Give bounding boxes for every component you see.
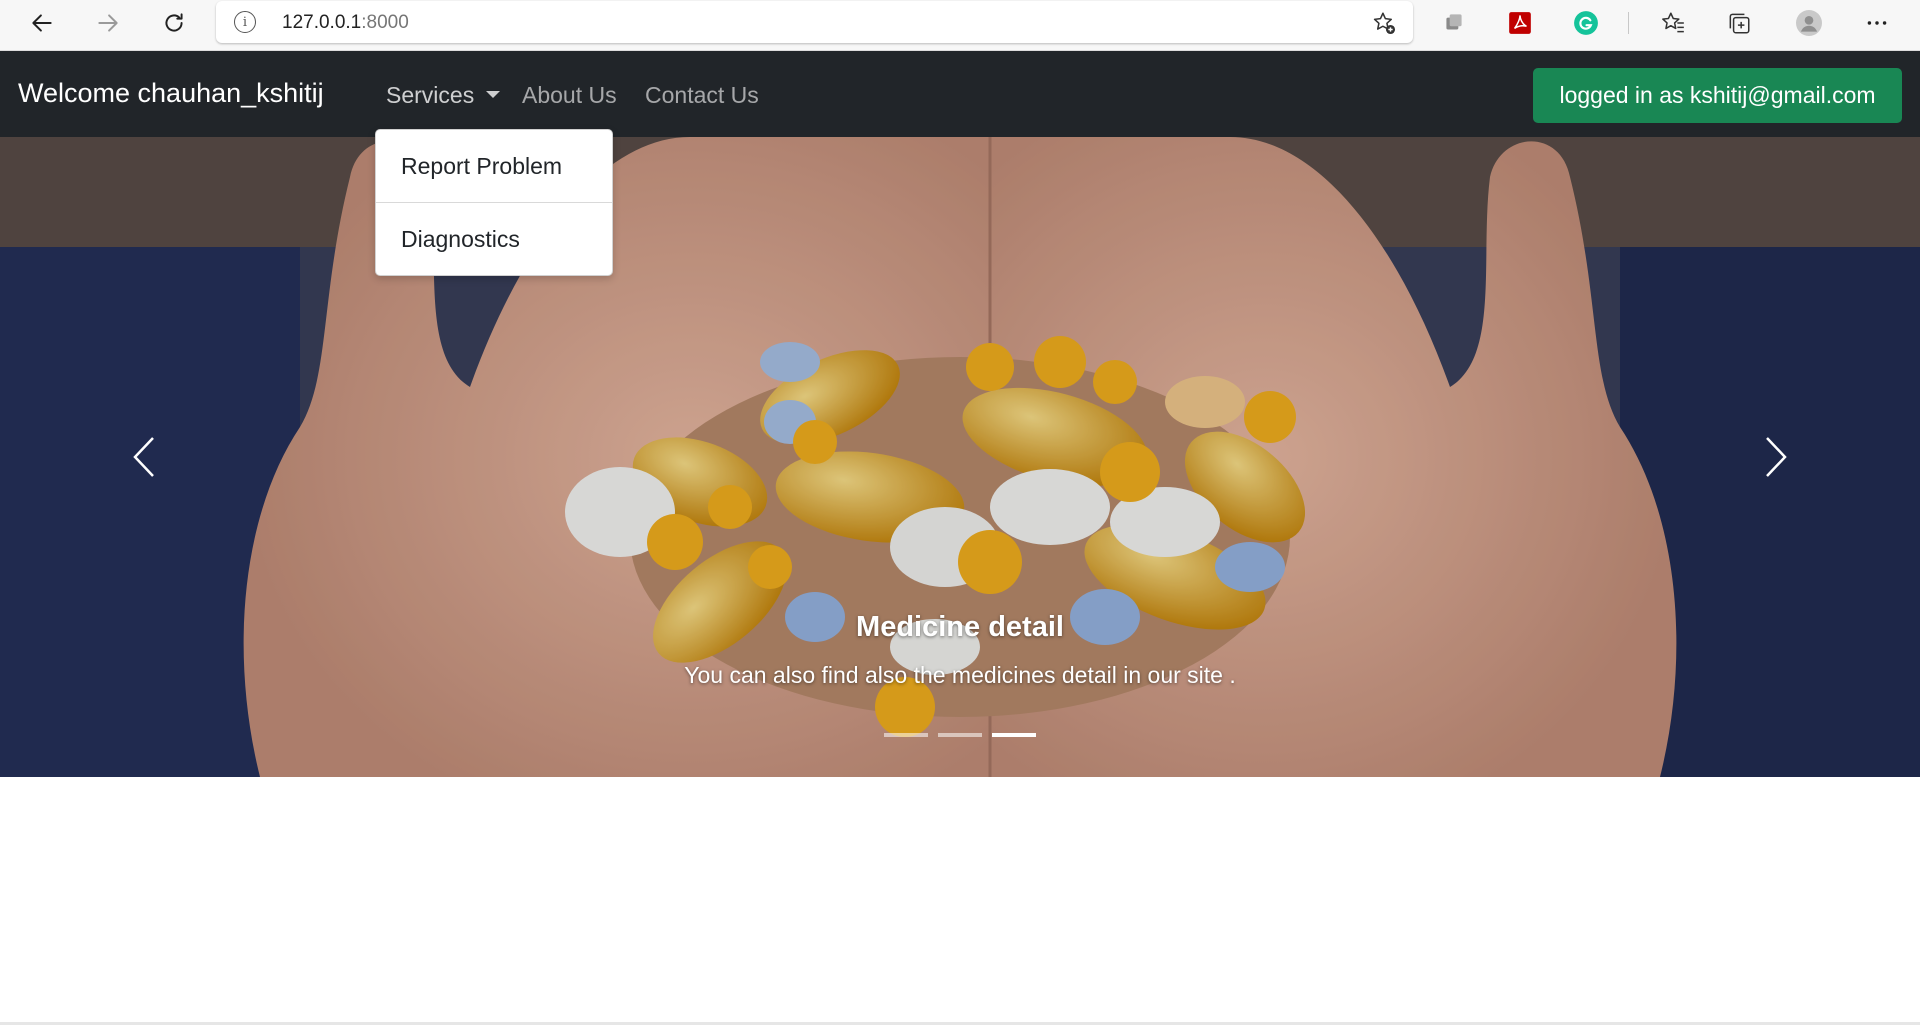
services-dropdown-menu: Report Problem Diagnostics	[375, 129, 613, 276]
toolbar-divider	[1628, 12, 1629, 34]
url-host: 127.0.0.1	[282, 12, 362, 33]
carousel-caption-text: You can also find also the medicines det…	[684, 662, 1236, 688]
url-port: :8000	[361, 12, 409, 33]
carousel-indicator-3[interactable]	[992, 733, 1036, 737]
nav-contact-us[interactable]: Contact Us	[645, 82, 759, 109]
add-favorite-icon[interactable]	[1371, 10, 1397, 36]
forward-arrow-icon[interactable]	[84, 0, 132, 45]
address-bar[interactable]: i 127.0.0.1:8000	[216, 1, 1413, 43]
extension-puzzle-icon[interactable]	[1430, 0, 1478, 45]
dropdown-item-diagnostics[interactable]: Diagnostics	[376, 203, 612, 275]
favorites-icon[interactable]	[1649, 0, 1697, 45]
caret-down-icon	[486, 91, 501, 98]
dropdown-item-report-problem[interactable]: Report Problem	[376, 130, 612, 202]
pdf-icon[interactable]	[1496, 0, 1544, 45]
carousel-indicator-1[interactable]	[884, 733, 928, 737]
profile-icon[interactable]	[1785, 0, 1833, 45]
site-navbar: Welcome chauhan_kshitij Services About U…	[0, 51, 1920, 137]
back-arrow-icon[interactable]	[18, 0, 66, 45]
hero-carousel: Medicine detail You can also find also t…	[0, 137, 1920, 777]
carousel-next-button[interactable]	[1746, 427, 1806, 487]
logged-in-badge[interactable]: logged in as kshitij@gmail.com	[1533, 68, 1902, 123]
carousel-indicators	[884, 733, 1036, 737]
more-icon[interactable]	[1853, 0, 1901, 45]
carousel-indicator-2[interactable]	[938, 733, 982, 737]
url-text[interactable]: 127.0.0.1:8000	[282, 12, 409, 34]
carousel-prev-button[interactable]	[114, 427, 174, 487]
brand-welcome[interactable]: Welcome chauhan_kshitij	[18, 78, 324, 109]
info-icon[interactable]: i	[234, 11, 256, 33]
carousel-caption-title: Medicine detail	[856, 611, 1064, 643]
refresh-icon[interactable]	[150, 0, 198, 45]
chevron-left-icon	[133, 437, 154, 477]
nav-about-us[interactable]: About Us	[522, 82, 617, 109]
browser-toolbar: i 127.0.0.1:8000	[0, 0, 1920, 51]
collections-icon[interactable]	[1715, 0, 1763, 45]
nav-services-dropdown[interactable]: Services	[386, 82, 501, 109]
grammarly-icon[interactable]	[1562, 0, 1610, 45]
nav-services-label: Services	[386, 82, 475, 108]
chevron-right-icon	[1766, 437, 1787, 477]
